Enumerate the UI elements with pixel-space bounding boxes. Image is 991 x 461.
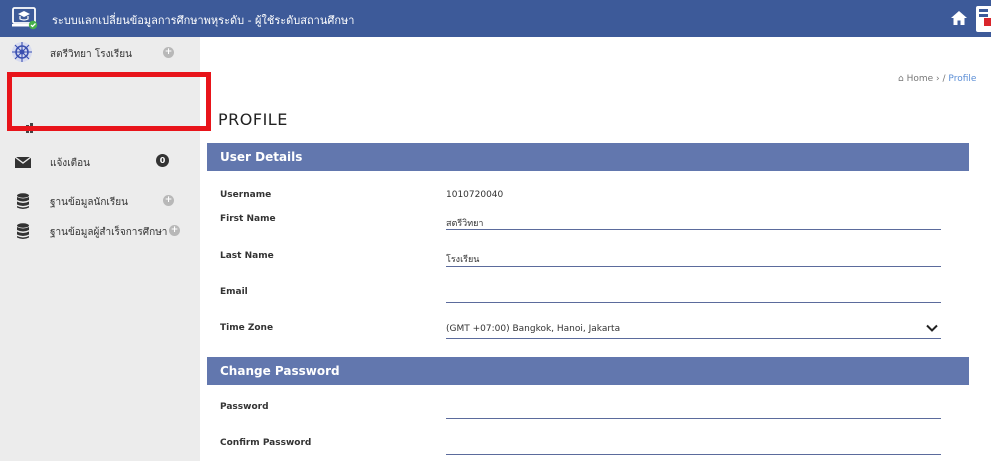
flag-icon (984, 18, 991, 26)
username-label: Username (220, 190, 272, 200)
sidebar-item-label: แจ้งเตือน (50, 158, 90, 169)
app-title: ระบบแลกเปลี่ยนข้อมูลการศึกษาพหุระดับ - ผ… (52, 14, 355, 27)
last-name-field[interactable]: โรงเรียน (446, 252, 479, 266)
last-name-underline (446, 266, 941, 267)
password-field[interactable] (446, 418, 941, 419)
envelope-icon (14, 156, 32, 168)
laptop-logo-icon (12, 7, 38, 30)
breadcrumb: ⌂ Home › / Profile (898, 74, 976, 84)
user-details-header: User Details (207, 143, 969, 171)
first-name-label: First Name (220, 214, 276, 224)
sidebar-item-notifications[interactable]: แจ้งเตือน 0 (14, 153, 194, 177)
sidebar-item-label: ฐานข้อมูลผู้สำเร็จการศึกษา (50, 227, 168, 238)
breadcrumb-home[interactable]: Home (907, 74, 934, 84)
sidebar-item-student-database[interactable]: ฐานข้อมูลนักเรียน + (14, 192, 194, 216)
chevron-down-icon[interactable] (926, 323, 938, 333)
sidebar-item-label: ฐานข้อมูลนักเรียน (50, 197, 128, 208)
expand-user-icon[interactable]: + (163, 47, 174, 58)
notification-count-badge: 0 (156, 154, 169, 167)
password-label: Password (220, 402, 269, 412)
first-name-underline (446, 229, 941, 230)
change-password-header: Change Password (207, 357, 969, 385)
breadcrumb-separator: › / (936, 74, 946, 84)
last-name-label: Last Name (220, 251, 274, 261)
database-icon (17, 223, 29, 239)
username-value: 1010720040 (446, 190, 504, 200)
timezone-select[interactable]: (GMT +07:00) Bangkok, Hanoi, Jakarta (446, 324, 620, 334)
timezone-underline (446, 338, 941, 339)
expand-icon[interactable]: + (169, 225, 180, 236)
timezone-label: Time Zone (220, 323, 274, 333)
first-name-field[interactable]: สตรีวิทยา (446, 216, 484, 230)
highlight-box (7, 72, 211, 131)
sidebar-user-name[interactable]: สตรีวิทยา โรงเรียน (50, 47, 132, 62)
menu-toggle-button[interactable] (976, 6, 991, 32)
breadcrumb-current: Profile (948, 74, 977, 84)
sidebar-item-graduate-database[interactable]: ฐานข้อมูลผู้สำเร็จการศึกษา + (14, 222, 194, 246)
database-icon (17, 193, 29, 209)
confirm-password-field[interactable] (446, 454, 941, 455)
school-emblem-avatar[interactable] (10, 40, 34, 64)
page-title: PROFILE (218, 110, 288, 129)
email-underline (446, 302, 941, 303)
top-navbar: ระบบแลกเปลี่ยนข้อมูลการศึกษาพหุระดับ - ผ… (0, 0, 991, 37)
home-icon[interactable] (950, 10, 968, 26)
home-small-icon[interactable]: ⌂ (898, 74, 904, 84)
expand-icon[interactable]: + (163, 195, 174, 206)
confirm-password-label: Confirm Password (220, 438, 312, 448)
email-label: Email (220, 287, 248, 297)
